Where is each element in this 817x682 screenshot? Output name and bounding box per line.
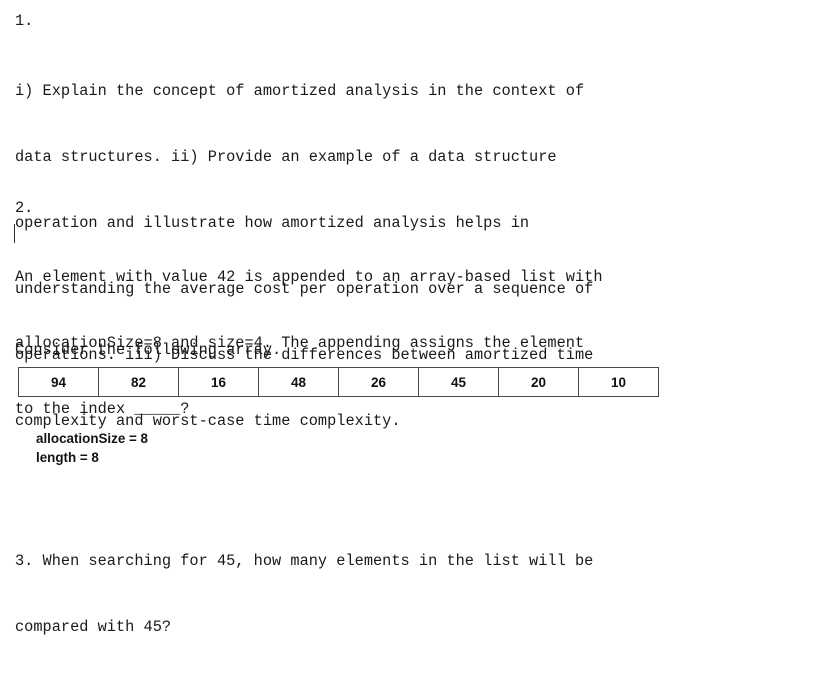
question-3-line: 3. When searching for 45, how many eleme… (15, 552, 594, 570)
array-cell: 82 (98, 367, 179, 397)
question-2-line: to the index _____? (15, 400, 190, 418)
question-1-number: 1. (15, 12, 34, 30)
table-row: 94 82 16 48 26 45 20 10 (18, 367, 659, 397)
array-intro-text: Consider the following array. (15, 341, 282, 359)
length-annotation: length = 8 (36, 450, 99, 465)
allocation-size-annotation: allocationSize = 8 (36, 431, 149, 446)
question-3-line: compared with 45? (15, 618, 172, 636)
array-cell: 10 (578, 367, 659, 397)
document-page: 1. i) Explain the concept of amortized a… (0, 0, 817, 636)
question-1-line: i) Explain the concept of amortized anal… (15, 82, 585, 100)
array-cell: 26 (338, 367, 419, 397)
array-cell: 16 (178, 367, 259, 397)
array-cell: 45 (418, 367, 499, 397)
array-table: 94 82 16 48 26 45 20 10 (18, 367, 659, 397)
array-cell: 48 (258, 367, 339, 397)
question-1-line: data structures. ii) Provide an example … (15, 148, 557, 166)
question-2-number: 2. (15, 199, 34, 217)
array-cell: 20 (498, 367, 579, 397)
question-2-line: An element with value 42 is appended to … (15, 268, 603, 286)
question-3-body: 3. When searching for 45, how many eleme… (15, 506, 593, 682)
array-cell: 94 (18, 367, 99, 397)
array-annotations: allocationSize = 8 length = 8 (36, 429, 148, 467)
